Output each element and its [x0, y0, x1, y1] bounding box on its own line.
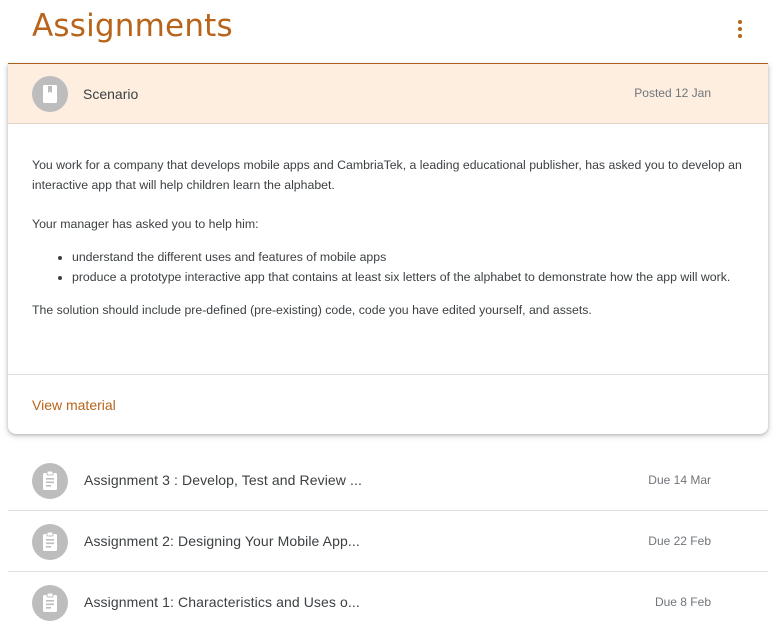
clipboard-icon: [32, 524, 68, 560]
posted-date: Posted 12 Jan: [634, 86, 711, 100]
scenario-card[interactable]: Scenario Posted 12 Jan You work for a co…: [8, 64, 768, 434]
card-divider: [8, 374, 768, 375]
assignment-title[interactable]: Assignment 3 : Develop, Test and Review …: [84, 472, 362, 488]
view-material-link[interactable]: View material: [32, 397, 116, 413]
description-paragraph: Your manager has asked you to help him:: [32, 217, 259, 231]
description-paragraph: You work for a company that develops mob…: [32, 158, 742, 192]
assignment-title[interactable]: Assignment 2: Designing Your Mobile App.…: [84, 533, 360, 549]
due-date: Due 8 Feb: [654, 595, 711, 609]
due-date: Due 22 Feb: [648, 534, 711, 548]
description-paragraph: The solution should include pre-defined …: [32, 303, 592, 317]
scenario-description: You work for a company that develops mob…: [32, 155, 748, 320]
page-title: Assignments: [32, 8, 233, 44]
scenario-card-header[interactable]: Scenario Posted 12 Jan: [8, 64, 768, 124]
more-vert-icon[interactable]: [727, 16, 753, 42]
assignment-title[interactable]: Assignment 1: Characteristics and Uses o…: [84, 594, 360, 610]
assignment-row[interactable]: Assignment 2: Designing Your Mobile App.…: [8, 512, 768, 572]
row-divider: [8, 510, 768, 511]
description-list: understand the different uses and featur…: [32, 247, 748, 287]
book-icon: [32, 76, 68, 112]
assignment-row[interactable]: Assignment 3 : Develop, Test and Review …: [8, 451, 768, 511]
list-item: understand the different uses and featur…: [72, 247, 748, 267]
assignment-row[interactable]: Assignment 1: Characteristics and Uses o…: [8, 573, 768, 633]
list-item: produce a prototype interactive app that…: [72, 267, 748, 287]
clipboard-icon: [32, 585, 68, 621]
page-header: Assignments: [0, 0, 778, 64]
due-date: Due 14 Mar: [648, 473, 711, 487]
scenario-title[interactable]: Scenario: [83, 86, 138, 102]
row-divider: [8, 571, 768, 572]
clipboard-icon: [32, 463, 68, 499]
